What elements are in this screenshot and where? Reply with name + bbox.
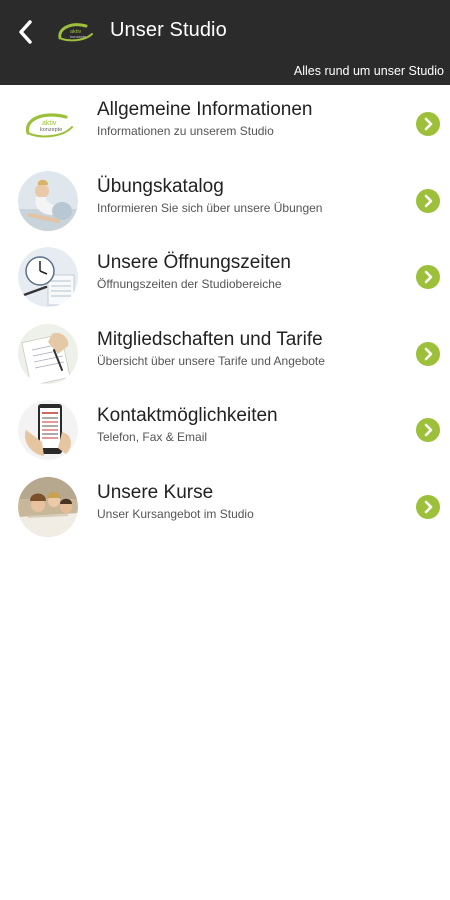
list-item-subtitle: Telefon, Fax & Email <box>97 430 208 444</box>
list-item-mitgliedschaften-tarife[interactable]: Mitgliedschaften und Tarife Übersicht üb… <box>0 316 450 393</box>
list-item-uebungskatalog[interactable]: Übungskatalog Informieren Sie sich über … <box>0 163 450 240</box>
svg-text:konzepte: konzepte <box>40 127 62 133</box>
svg-text:aktiv: aktiv <box>42 120 57 127</box>
list-item-title: Unsere Öffnungszeiten <box>97 252 291 273</box>
list-item-subtitle: Übersicht über unsere Tarife und Angebot… <box>97 353 325 368</box>
phone-photo-icon <box>18 400 78 461</box>
list-item-title: Übungskatalog <box>97 175 224 197</box>
app-screen: aktiv konzepte Unser Studio Alles rund u… <box>0 0 450 900</box>
studio-logo-icon: aktiv konzepte <box>25 113 73 138</box>
exercise-photo-icon <box>18 170 78 231</box>
svg-text:konzepte: konzepte <box>70 34 87 39</box>
menu-list: aktiv konzepte Allgemeine Informationen … <box>0 86 450 545</box>
list-item-title: Allgemeine Informationen <box>97 99 313 120</box>
list-item-subtitle: Öffnungszeiten der Studiobereiche <box>97 277 282 291</box>
list-item-oeffnungszeiten[interactable]: Unsere Öffnungszeiten Öffnungszeiten der… <box>0 239 450 316</box>
clock-photo-icon <box>18 247 78 308</box>
chevron-right-icon[interactable] <box>416 494 440 519</box>
list-item-subtitle: Informieren Sie sich über unsere Übungen <box>97 200 323 215</box>
list-item-subtitle: Unser Kursangebot im Studio <box>97 506 254 521</box>
course-photo-icon <box>18 476 78 537</box>
chevron-right-icon[interactable] <box>416 418 440 443</box>
chevron-left-icon <box>19 20 32 44</box>
chevron-right-icon[interactable] <box>416 341 440 366</box>
list-item-allgemeine-informationen[interactable]: aktiv konzepte Allgemeine Informationen … <box>0 86 450 163</box>
list-item-kontaktmoeglichkeiten[interactable]: Kontaktmöglichkeiten Telefon, Fax & Emai… <box>0 392 450 469</box>
list-item-title: Mitgliedschaften und Tarife <box>97 328 323 350</box>
list-item-unsere-kurse[interactable]: Unsere Kurse Unser Kursangebot im Studio <box>0 469 450 546</box>
chevron-right-icon[interactable] <box>416 112 440 137</box>
page-title: Unser Studio <box>110 19 227 41</box>
app-header: aktiv konzepte Unser Studio Alles rund u… <box>0 0 450 85</box>
contract-photo-icon <box>18 323 78 384</box>
list-item-title: Kontaktmöglichkeiten <box>97 405 278 426</box>
chevron-right-icon[interactable] <box>416 188 440 213</box>
back-button[interactable] <box>10 14 40 50</box>
list-item-subtitle: Informationen zu unserem Studio <box>97 124 274 138</box>
chevron-right-icon[interactable] <box>416 265 440 290</box>
studio-logo-icon: aktiv konzepte <box>58 23 93 42</box>
page-subtitle: Alles rund um unser Studio <box>293 64 444 78</box>
list-item-title: Unsere Kurse <box>97 481 214 503</box>
